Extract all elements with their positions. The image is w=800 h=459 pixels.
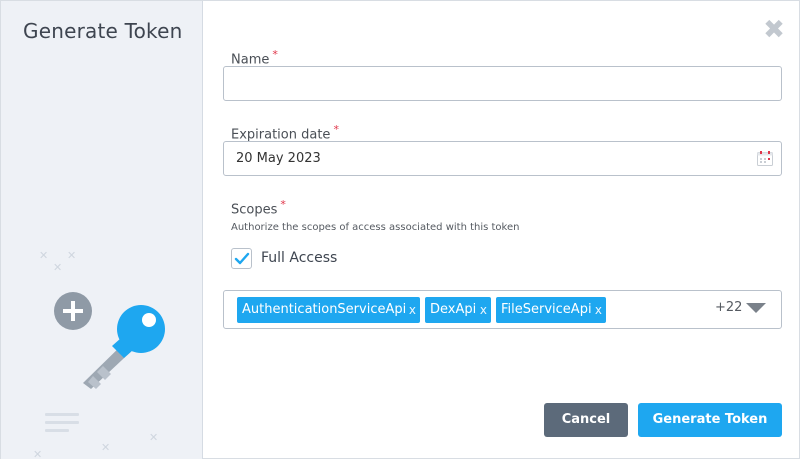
generate-token-dialog: Generate Token ✕ ✕ ✕ ✕ ✕ ✕ ✖ Name * Expi… [0, 0, 800, 459]
cancel-button[interactable]: Cancel [544, 403, 628, 437]
remove-scope-icon[interactable]: x [409, 297, 416, 323]
remove-scope-icon[interactable]: x [595, 297, 602, 323]
full-access-label[interactable]: Full Access [261, 250, 337, 266]
name-label: Name * [231, 48, 278, 67]
checkmark-icon [234, 252, 250, 265]
required-mark: * [333, 123, 339, 136]
more-scopes-count: +22 [715, 300, 743, 315]
scope-chip: AuthenticationServiceApi x [237, 297, 420, 323]
expiration-date-value: 20 May 2023 [236, 151, 321, 166]
generate-token-button[interactable]: Generate Token [638, 403, 782, 437]
close-icon[interactable]: ✖ [761, 17, 787, 43]
calendar-icon[interactable] [757, 151, 773, 166]
decor-dot: ✕ [53, 261, 63, 274]
required-mark: * [280, 198, 286, 211]
scopes-multiselect[interactable]: AuthenticationServiceApi x DexApi x File… [223, 290, 782, 329]
scopes-hint: Authorize the scopes of access associate… [231, 222, 520, 233]
decor-dot: ✕ [33, 448, 43, 459]
decor-dot: ✕ [67, 249, 77, 262]
full-access-checkbox[interactable] [231, 248, 252, 269]
scopes-label-text: Scopes [231, 202, 278, 218]
remove-scope-icon[interactable]: x [480, 297, 487, 323]
name-input[interactable] [223, 66, 782, 101]
chevron-down-icon[interactable] [746, 303, 766, 313]
scopes-label: Scopes * [231, 198, 286, 217]
scope-chip-label: DexApi [430, 302, 477, 317]
dialog-sidebar: Generate Token ✕ ✕ ✕ ✕ ✕ ✕ [1, 1, 203, 459]
dialog-title: Generate Token [23, 19, 183, 43]
scope-chip-label: FileServiceApi [501, 302, 592, 317]
expiration-label: Expiration date * [231, 123, 339, 142]
expiration-date-field[interactable]: 20 May 2023 [223, 141, 782, 176]
scope-chip: FileServiceApi x [496, 297, 606, 323]
decor-dot: ✕ [39, 249, 49, 262]
scope-chip: DexApi x [425, 297, 491, 323]
required-mark: * [272, 48, 278, 61]
key-illustration-icon [45, 292, 165, 432]
scope-chip-label: AuthenticationServiceApi [242, 302, 407, 317]
